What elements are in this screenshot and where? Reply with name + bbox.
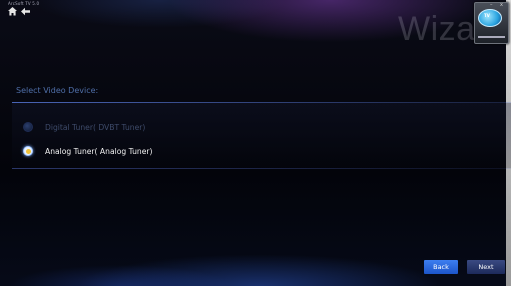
logo-stripe	[478, 36, 505, 38]
home-icon[interactable]	[6, 6, 18, 18]
radio-selected-dot	[25, 148, 31, 154]
divider-bottom	[12, 168, 511, 169]
satellite-dish-icon	[478, 9, 502, 27]
back-arrow-glyph	[20, 7, 30, 16]
radio-analog-tuner[interactable]	[23, 146, 33, 156]
back-button[interactable]: Back	[424, 260, 458, 274]
section-label: Select Video Device:	[16, 86, 99, 95]
option-label: Analog Tuner( Analog Tuner)	[45, 146, 153, 156]
option-analog-tuner[interactable]: Analog Tuner( Analog Tuner)	[23, 145, 152, 157]
option-digital-tuner[interactable]: Digital Tuner( DVBT Tuner)	[23, 121, 145, 133]
radio-digital-tuner[interactable]	[23, 122, 33, 132]
logo-text: TV	[484, 13, 490, 18]
tv-logo: TV	[474, 2, 509, 44]
wizard-title-watermark: Wiza	[398, 10, 476, 48]
option-label: Digital Tuner( DVBT Tuner)	[45, 122, 146, 132]
device-options-panel	[12, 103, 511, 168]
next-button[interactable]: Next	[467, 260, 505, 274]
minimize-icon[interactable]: –	[490, 2, 493, 8]
home-icon-glyph	[7, 7, 17, 16]
close-icon[interactable]: x	[500, 2, 503, 8]
back-arrow-icon[interactable]	[19, 6, 31, 18]
